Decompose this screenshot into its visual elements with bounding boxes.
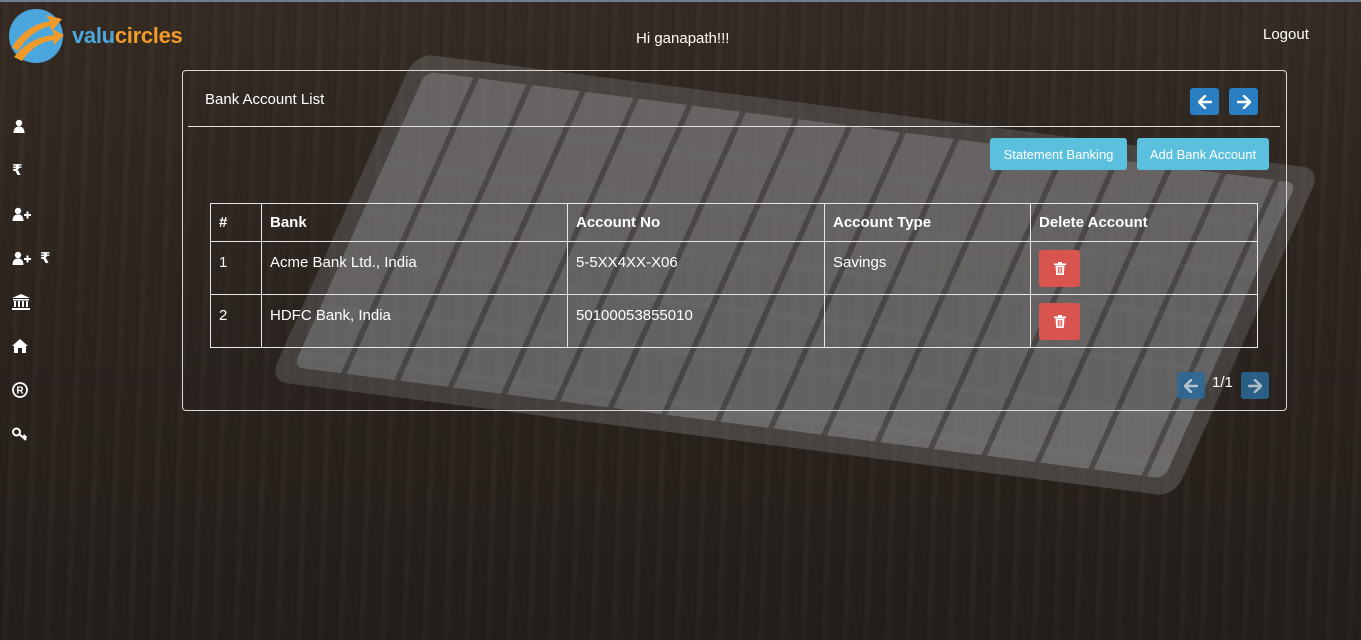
trash-icon xyxy=(1053,262,1066,275)
pagination-next-button[interactable] xyxy=(1241,372,1269,399)
row-number: 1 xyxy=(210,241,262,295)
bank-icon xyxy=(12,294,30,310)
registered-icon: R xyxy=(12,382,28,398)
sidebar: ₹ ₹ R xyxy=(10,104,60,456)
rupee-icon: ₹ xyxy=(40,250,51,267)
bank-name: Acme Bank Ltd., India xyxy=(261,241,568,295)
delete-account-button[interactable] xyxy=(1039,303,1080,340)
bank-name: HDFC Bank, India xyxy=(261,294,568,348)
rupee-icon: ₹ xyxy=(12,162,23,179)
greeting-text: Hi ganapath!!! xyxy=(636,30,730,47)
bank-account-panel: Bank Account List Statement Banking Add … xyxy=(182,70,1287,411)
panel-title: Bank Account List xyxy=(205,91,325,108)
arrow-right-icon xyxy=(1248,378,1262,393)
column-header-delete-account: Delete Account xyxy=(1030,203,1258,242)
arrow-right-icon xyxy=(1236,94,1251,109)
key-icon xyxy=(12,427,28,441)
logo[interactable]: valucircles xyxy=(6,7,183,65)
logo-text: valucircles xyxy=(72,23,183,48)
table-row: 2 HDFC Bank, India 50100053855010 xyxy=(210,294,1258,348)
sidebar-item-add-member[interactable] xyxy=(10,192,60,236)
add-bank-account-button[interactable]: Add Bank Account xyxy=(1137,138,1269,170)
svg-text:R: R xyxy=(16,386,24,397)
pagination-prev-button[interactable] xyxy=(1177,372,1205,399)
user-plus-rupee-icon xyxy=(12,251,31,265)
logout-link[interactable]: Logout xyxy=(1263,26,1309,43)
sidebar-item-profile[interactable] xyxy=(10,104,60,148)
table-row: 1 Acme Bank Ltd., India 5-5XX4XX-X06 Sav… xyxy=(210,241,1258,295)
sidebar-item-member-income[interactable]: ₹ xyxy=(10,236,60,280)
panel-divider xyxy=(188,126,1280,127)
delete-cell xyxy=(1030,241,1258,295)
forward-button[interactable] xyxy=(1229,88,1258,115)
user-plus-icon xyxy=(12,207,31,221)
home-icon xyxy=(12,339,28,353)
sidebar-item-bank[interactable] xyxy=(10,280,60,324)
row-number: 2 xyxy=(210,294,262,348)
sidebar-item-income[interactable]: ₹ xyxy=(10,148,60,192)
arrow-left-icon xyxy=(1184,378,1198,393)
column-header-number: # xyxy=(210,203,262,242)
pagination-status: 1/1 xyxy=(1212,374,1233,391)
statement-banking-button[interactable]: Statement Banking xyxy=(990,138,1127,170)
column-header-bank: Bank xyxy=(261,203,568,242)
sidebar-item-registered[interactable]: R xyxy=(10,368,60,412)
trash-icon xyxy=(1053,315,1066,328)
back-button[interactable] xyxy=(1190,88,1219,115)
account-number: 50100053855010 xyxy=(567,294,825,348)
user-icon xyxy=(13,119,25,133)
column-header-account-type: Account Type xyxy=(824,203,1031,242)
account-number: 5-5XX4XX-X06 xyxy=(567,241,825,295)
account-type xyxy=(824,294,1031,348)
table-header-row: # Bank Account No Account Type Delete Ac… xyxy=(210,203,1258,242)
arrow-left-icon xyxy=(1197,94,1212,109)
logo-mark-icon xyxy=(9,9,64,63)
account-type: Savings xyxy=(824,241,1031,295)
sidebar-item-home[interactable] xyxy=(10,324,60,368)
sidebar-item-password[interactable] xyxy=(10,412,60,456)
delete-cell xyxy=(1030,294,1258,348)
bank-account-table: # Bank Account No Account Type Delete Ac… xyxy=(210,203,1258,348)
delete-account-button[interactable] xyxy=(1039,250,1080,287)
column-header-account-no: Account No xyxy=(567,203,825,242)
